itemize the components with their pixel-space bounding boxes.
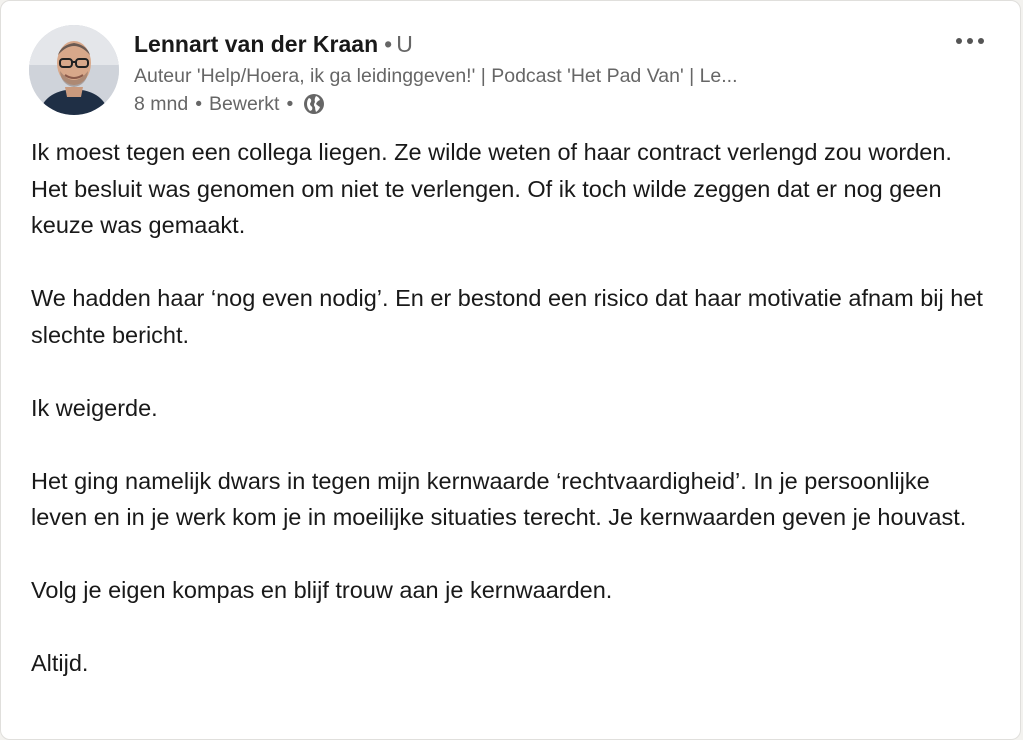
post-paragraph: Altijd. (31, 650, 89, 676)
post-meta: 8 mnd • Bewerkt • (134, 91, 326, 117)
globe-icon (302, 92, 326, 116)
post-paragraph: Ik moest tegen een collega liegen. Ze wi… (31, 139, 952, 238)
post-card: Lennart van der Kraan • U Auteur 'Help/Hoe… (0, 0, 1021, 740)
post-paragraph: Het ging namelijk dwars in tegen mijn ke… (31, 467, 967, 531)
post-paragraph: Ik weigerde. (31, 394, 158, 421)
author-headline: Auteur 'Help/Hoera, ik ga leidinggeven!'… (134, 65, 738, 87)
profile-photo (29, 25, 119, 115)
avatar[interactable] (29, 25, 119, 115)
post-paragraph: We hadden haar ‘nog even nodig’. En er b… (31, 285, 983, 348)
post-paragraph: Volg je eigen kompas en blijf trouw aan … (31, 577, 613, 603)
post-body: Ik moest tegen een collega liegen. Ze wi… (31, 134, 990, 718)
degree-separator: • (384, 31, 393, 57)
author-line: Lennart van der Kraan • U (134, 30, 413, 58)
meta-separator: • (286, 93, 294, 115)
edited-label: Bewerkt (209, 93, 280, 115)
meta-separator: • (195, 93, 203, 115)
more-options-icon[interactable] (950, 27, 990, 55)
author-name[interactable]: Lennart van der Kraan (134, 31, 378, 57)
post-time: 8 mnd (134, 93, 189, 115)
connection-degree: U (396, 31, 413, 57)
